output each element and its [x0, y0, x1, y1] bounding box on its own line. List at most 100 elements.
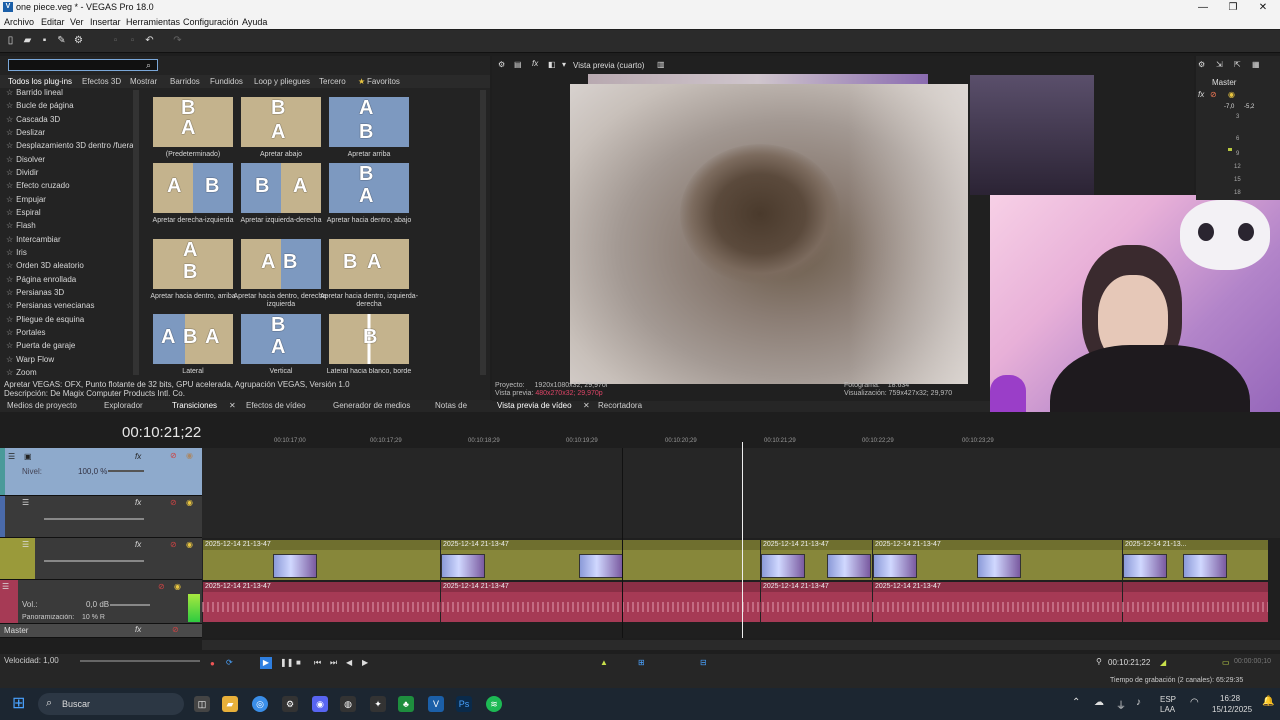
- search-icon[interactable]: ⌕: [146, 60, 151, 71]
- lang-code[interactable]: ESP: [1160, 695, 1176, 704]
- video-clip[interactable]: 2025-12-14 21-13-47: [872, 540, 1122, 580]
- clock-time[interactable]: 16:28: [1220, 694, 1240, 703]
- video-clip[interactable]: 2025-12-14 21-13...: [1122, 540, 1268, 580]
- tab-transiciones[interactable]: Transiciones: [172, 401, 217, 410]
- clock-date[interactable]: 15/12/2025: [1212, 705, 1252, 714]
- collapse-icon[interactable]: ⇱: [1234, 60, 1241, 69]
- solo-icon[interactable]: ◉: [174, 582, 181, 591]
- menu-insertar[interactable]: Insertar: [90, 17, 121, 27]
- tab-generador-medios[interactable]: Generador de medios: [333, 401, 410, 410]
- list-item[interactable]: ☆ Warp Flow: [6, 355, 54, 364]
- list-item[interactable]: ☆ Iris: [6, 248, 27, 257]
- copy-icon[interactable]: ▫: [127, 35, 138, 46]
- list-item[interactable]: ☆ Cascada 3D: [6, 115, 60, 124]
- track-menu-icon[interactable]: ☰: [2, 582, 9, 591]
- preset-thumbnail[interactable]: B: [329, 314, 409, 364]
- list-item[interactable]: ☆ Empujar: [6, 195, 46, 204]
- list-item[interactable]: ☆ Barrido lineal: [6, 88, 63, 97]
- track-menu-icon[interactable]: ☰: [22, 540, 29, 549]
- audio-track-header[interactable]: ☰ ⊘ ◉ Vol.: 0,0 dB Panoramización: 10 % …: [0, 580, 202, 624]
- loop-icon[interactable]: ⟳: [226, 658, 233, 667]
- mute-icon[interactable]: ⊘: [1210, 90, 1217, 99]
- preset-thumbnail[interactable]: AB: [153, 239, 233, 289]
- prev-frame-icon[interactable]: ◀: [346, 658, 352, 667]
- new-file-icon[interactable]: ▯: [5, 35, 16, 46]
- lang-layout[interactable]: LAA: [1160, 705, 1175, 714]
- list-item[interactable]: ☆ Pliegue de esquina: [6, 315, 84, 324]
- menu-ver[interactable]: Ver: [70, 17, 84, 27]
- list-item[interactable]: ☆ Persianas 3D: [6, 288, 64, 297]
- settings-gear-icon[interactable]: ⚙: [1198, 60, 1205, 69]
- open-folder-icon[interactable]: ▰: [22, 35, 33, 46]
- track-menu-icon[interactable]: ☰: [22, 498, 29, 507]
- volume-icon[interactable]: ♪: [1136, 697, 1141, 708]
- tab-tercero[interactable]: Tercero: [319, 77, 346, 86]
- chevron-down-icon[interactable]: ▾: [562, 60, 566, 69]
- wifi-icon[interactable]: ◠: [1190, 697, 1199, 708]
- mute-icon[interactable]: ⊘: [170, 540, 177, 549]
- playhead[interactable]: [742, 442, 743, 638]
- maximize-icon[interactable]: ❐: [1218, 0, 1248, 15]
- list-item[interactable]: ☆ Puerta de garaje: [6, 341, 75, 350]
- tray-chevron-icon[interactable]: ⌃: [1072, 697, 1080, 708]
- tab-mostrar[interactable]: Mostrar: [130, 77, 157, 86]
- minimize-icon[interactable]: —: [1188, 0, 1218, 15]
- preset-thumbnail[interactable]: AB: [241, 239, 321, 289]
- mixer-options-icon[interactable]: ▦: [1252, 60, 1260, 69]
- list-item[interactable]: ☆ Página enrollada: [6, 275, 76, 284]
- spotify-icon[interactable]: ≋: [486, 696, 502, 712]
- presets-scrollbar[interactable]: [480, 90, 486, 375]
- solo-icon[interactable]: ◉: [186, 498, 193, 507]
- pause-icon[interactable]: ❚❚: [280, 658, 293, 667]
- menu-editar[interactable]: Editar: [41, 17, 65, 27]
- fx-icon[interactable]: fx: [532, 59, 538, 68]
- fx-icon[interactable]: fx: [135, 625, 141, 634]
- list-item[interactable]: ☆ Flash: [6, 221, 36, 230]
- settings-app-icon[interactable]: ⚙: [282, 696, 298, 712]
- preset-thumbnail[interactable]: BA: [329, 239, 409, 289]
- menu-ayuda[interactable]: Ayuda: [242, 17, 267, 27]
- play-icon[interactable]: ▶: [260, 657, 272, 669]
- grid-overlay-icon[interactable]: ▥: [657, 60, 665, 69]
- level-slider[interactable]: [44, 518, 144, 520]
- list-item[interactable]: ☆ Persianas venecianas: [6, 301, 94, 310]
- go-start-icon[interactable]: ⏮: [314, 658, 321, 668]
- list-item[interactable]: ☆ Espiral: [6, 208, 41, 217]
- settings-gear-icon[interactable]: ⚙: [498, 60, 505, 69]
- photoshop-icon[interactable]: Ps: [456, 696, 472, 712]
- notifications-icon[interactable]: 🔔: [1262, 696, 1274, 707]
- mute-icon[interactable]: ⊘: [172, 625, 179, 634]
- tab-efectos-video[interactable]: Efectos de vídeo: [246, 401, 306, 410]
- taskbar-search-box[interactable]: ⌕ Buscar: [38, 693, 184, 715]
- preset-thumbnail[interactable]: BA: [153, 97, 233, 147]
- next-frame-icon[interactable]: ▶: [362, 658, 368, 667]
- tab-fundidos[interactable]: Fundidos: [210, 77, 243, 86]
- tab-loop[interactable]: Loop y pliegues: [254, 77, 310, 86]
- preset-thumbnail[interactable]: AB: [153, 163, 233, 213]
- video-clip[interactable]: 2025-12-14 21-13-47: [440, 540, 760, 580]
- timeline-tracks[interactable]: 2025-12-14 21-13-47 2025-12-14 21-13-47 …: [202, 442, 1280, 638]
- snap-icon[interactable]: ⊞: [638, 658, 645, 667]
- go-end-icon[interactable]: ⏭: [330, 658, 337, 668]
- microphone-icon[interactable]: ⏚: [1116, 697, 1126, 712]
- record-icon[interactable]: ●: [210, 659, 215, 668]
- windows-start-icon[interactable]: ⊞: [12, 695, 30, 713]
- save-icon[interactable]: ▪: [39, 35, 50, 46]
- master-track-header[interactable]: Master fx ⊘: [0, 624, 202, 638]
- list-item[interactable]: ☆ Portales: [6, 328, 46, 337]
- preset-thumbnail[interactable]: ABA: [153, 314, 233, 364]
- obs-icon[interactable]: ◍: [340, 696, 356, 712]
- preset-thumbnail[interactable]: BA: [241, 314, 321, 364]
- cut-icon[interactable]: ▫: [110, 35, 121, 46]
- network-icon[interactable]: ☁: [1094, 697, 1104, 708]
- tab-notas[interactable]: Notas de: [435, 401, 467, 410]
- preview-quality-select[interactable]: Vista previa (cuarto): [573, 61, 644, 70]
- split-screen-icon[interactable]: ◧: [548, 60, 556, 69]
- auto-ripple-icon[interactable]: ⊟: [700, 658, 707, 667]
- close-icon[interactable]: ✕: [229, 401, 236, 410]
- tab-explorador[interactable]: Explorador: [104, 401, 143, 410]
- volume-slider[interactable]: [110, 604, 150, 606]
- list-item[interactable]: ☆ Dividir: [6, 168, 38, 177]
- properties-icon[interactable]: ▤: [514, 60, 522, 69]
- close-icon[interactable]: ✕: [1248, 0, 1278, 15]
